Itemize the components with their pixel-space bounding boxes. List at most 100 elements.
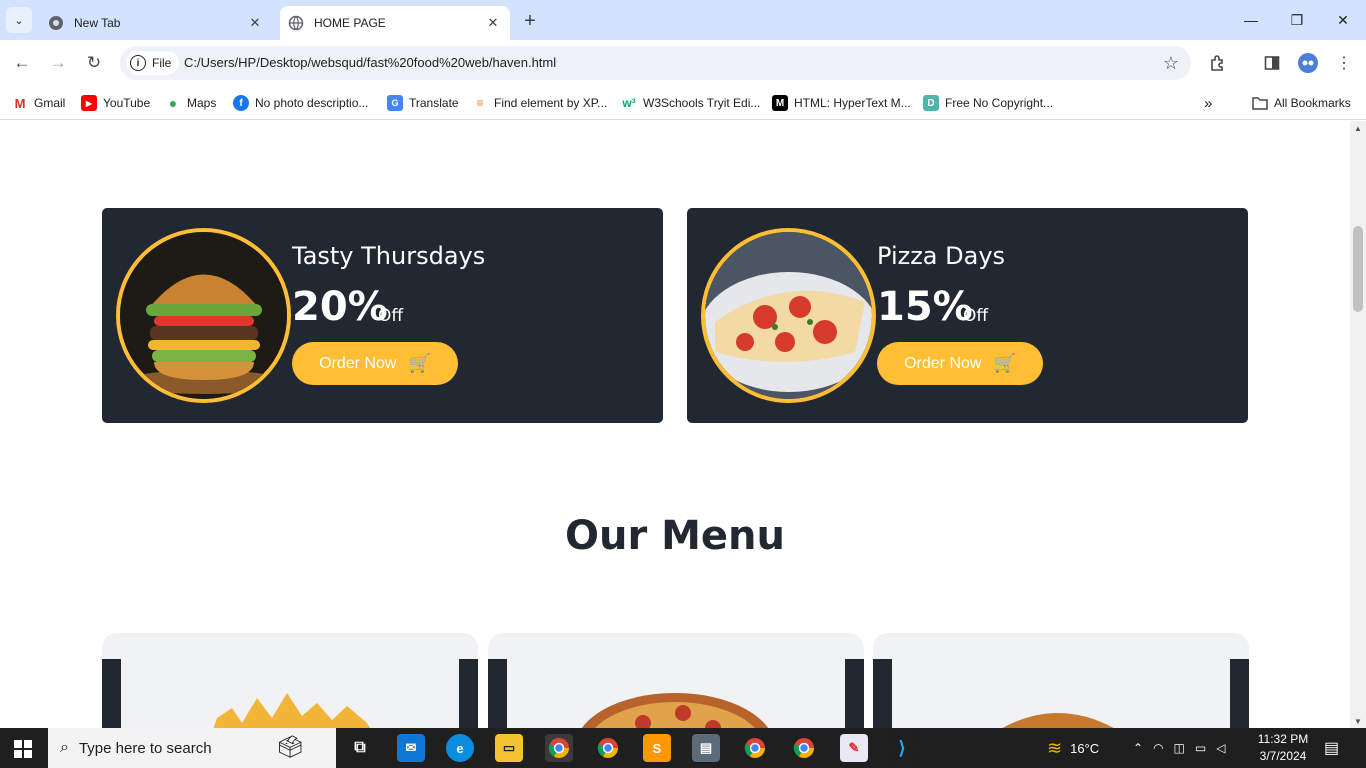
chrome-profile-2-icon[interactable] xyxy=(741,734,769,762)
reload-icon[interactable]: ↻ xyxy=(80,49,108,77)
bookmark-label: Free No Copyright... xyxy=(945,96,1054,110)
card-edge xyxy=(845,659,864,728)
url-text[interactable]: C:/Users/HP/Desktop/websqud/fast%20food%… xyxy=(184,55,556,70)
offer-off-label: Off xyxy=(963,306,989,326)
offer-title: Tasty Thursdays xyxy=(292,242,486,270)
close-window-icon[interactable]: ✕ xyxy=(1320,0,1366,40)
chrome-icon xyxy=(48,15,64,31)
menu-card-fries[interactable] xyxy=(102,633,478,728)
tab-home-page[interactable]: HOME PAGE ✕ xyxy=(280,6,510,40)
tab-search-button[interactable]: ⌄ xyxy=(6,7,32,33)
menu-heading: Our Menu xyxy=(564,513,786,559)
sublime-text-icon[interactable]: S xyxy=(643,734,671,762)
clock-date: 3/7/2024 xyxy=(1259,749,1307,763)
fries-image xyxy=(213,693,370,728)
chrome-active-icon[interactable] xyxy=(545,734,573,762)
burger-image xyxy=(116,228,291,403)
bookmark-star-icon[interactable]: ☆ xyxy=(1163,53,1179,74)
menu-kebab-icon[interactable]: ⋮ xyxy=(1330,49,1358,77)
order-now-button[interactable]: Order Now 🛒 xyxy=(877,342,1043,385)
scheme-label: File xyxy=(152,56,172,70)
bookmark-free-no-copyright[interactable]: D Free No Copyright... xyxy=(923,93,1053,113)
extensions-icon[interactable] xyxy=(1204,49,1232,77)
file-explorer-icon[interactable]: ▭ xyxy=(495,734,523,762)
address-bar[interactable]: i File C:/Users/HP/Desktop/websqud/fast%… xyxy=(120,46,1191,80)
more-bookmarks-icon[interactable]: » xyxy=(1204,93,1212,113)
notifications-icon[interactable]: ▤ xyxy=(1324,728,1339,768)
clock-time: 11:32 PM xyxy=(1257,732,1309,746)
edge-icon[interactable]: e xyxy=(446,734,474,762)
bookmark-label: W3Schools Tryit Edi... xyxy=(643,96,761,110)
bookmark-stackoverflow[interactable]: ≡ Find element by XP... xyxy=(472,93,607,113)
bookmark-label: HTML: HyperText M... xyxy=(794,96,911,110)
all-bookmarks-button[interactable]: All Bookmarks xyxy=(1252,93,1351,113)
paint-app-icon[interactable]: ✎ xyxy=(840,734,868,762)
chrome-profile-icon[interactable] xyxy=(594,734,622,762)
bookmark-d-icon: D xyxy=(923,95,939,111)
burger-menu-image xyxy=(1002,713,1114,728)
youtube-icon: ▶ xyxy=(81,95,97,111)
card-edge xyxy=(102,659,121,728)
vscode-icon[interactable]: ⟩ xyxy=(888,734,916,762)
offer-title: Pizza Days xyxy=(877,242,1006,270)
facebook-icon: f xyxy=(233,95,249,111)
mail-icon[interactable]: ✉ xyxy=(397,734,425,762)
side-panel-icon[interactable] xyxy=(1258,49,1286,77)
new-tab-button[interactable]: + xyxy=(518,9,542,33)
all-bookmarks-label: All Bookmarks xyxy=(1274,96,1351,110)
task-view-icon[interactable]: ⧉ xyxy=(346,734,374,762)
weather-widget[interactable]: ≋ 16°C xyxy=(1047,728,1099,768)
bookmark-youtube[interactable]: ▶ YouTube xyxy=(81,93,150,113)
scroll-up-icon[interactable]: ▲ xyxy=(1354,124,1362,133)
scroll-down-icon[interactable]: ▼ xyxy=(1354,717,1362,726)
meet-now-icon: ◫ xyxy=(1173,741,1195,755)
order-now-button[interactable]: Order Now 🛒 xyxy=(292,342,458,385)
offer-percent: 20% xyxy=(292,284,388,330)
chevron-up-icon: ⌃ xyxy=(1133,741,1154,755)
offer-percent: 15% xyxy=(877,284,973,330)
clock[interactable]: 11:32 PM 3/7/2024 xyxy=(1256,731,1310,765)
card-edge xyxy=(873,659,892,728)
minimize-icon[interactable]: — xyxy=(1228,0,1274,40)
cart-icon: 🛒 xyxy=(408,353,431,373)
bookmark-translate[interactable]: G Translate xyxy=(387,93,459,113)
close-icon[interactable]: ✕ xyxy=(246,14,264,32)
back-icon[interactable]: ← xyxy=(8,49,36,77)
weather-temp: 16°C xyxy=(1070,740,1100,756)
tab-new-tab[interactable]: New Tab ✕ xyxy=(40,6,272,40)
info-icon: i xyxy=(130,55,146,71)
system-tray-icons[interactable]: ⌃ ◠ ◫ ▭ ◁ xyxy=(1133,728,1235,768)
menu-card-burger[interactable] xyxy=(873,633,1249,728)
bookmark-gmail[interactable]: M Gmail xyxy=(12,93,66,113)
mdn-icon: M xyxy=(772,95,788,111)
windows-taskbar: ⌕ Type here to search 🗳 ⧉ ✉ e ▭ S ▤ ✎ ⟩ … xyxy=(0,728,1366,768)
search-placeholder: Type here to search xyxy=(78,739,212,757)
menu-card-pizza[interactable] xyxy=(488,633,864,728)
page-scrollbar[interactable]: ▲ ▼ xyxy=(1350,121,1366,728)
card-edge xyxy=(459,659,478,728)
offer-card-tasty-thursdays: Tasty Thursdays 20% Off Order Now 🛒 xyxy=(102,208,663,423)
page-viewport: Tasty Thursdays 20% Off Order Now 🛒 Pizz… xyxy=(0,121,1350,728)
profile-avatar-icon[interactable] xyxy=(1294,49,1322,77)
tab-title: HOME PAGE xyxy=(314,16,386,30)
offer-card-pizza-days: Pizza Days 15% Off Order Now 🛒 xyxy=(687,208,1248,423)
chrome-profile-3-icon[interactable] xyxy=(790,734,818,762)
bookmark-mdn[interactable]: M HTML: HyperText M... xyxy=(772,93,911,113)
translate-icon: G xyxy=(387,95,403,111)
chevron-down-icon: ⌄ xyxy=(14,14,24,27)
w3schools-icon: w³ xyxy=(622,96,636,110)
restore-icon[interactable]: ❐ xyxy=(1274,0,1320,40)
site-info-chip[interactable]: i File xyxy=(126,51,180,75)
bookmark-maps[interactable]: ● Maps xyxy=(165,93,217,113)
gallery-app-icon[interactable]: ▤ xyxy=(692,734,720,762)
card-edge xyxy=(488,659,507,728)
tab-title: New Tab xyxy=(74,16,121,30)
globe-icon xyxy=(288,15,304,31)
close-icon[interactable]: ✕ xyxy=(484,14,502,32)
forward-icon[interactable]: → xyxy=(44,49,72,77)
scroll-thumb[interactable] xyxy=(1353,226,1363,312)
windows-start-icon[interactable] xyxy=(14,740,32,758)
bookmark-facebook[interactable]: f No photo descriptio... xyxy=(233,93,368,113)
taskbar-search[interactable]: ⌕ Type here to search 🗳 xyxy=(48,728,336,768)
bookmark-w3schools[interactable]: w³ W3Schools Tryit Edi... xyxy=(621,93,760,113)
